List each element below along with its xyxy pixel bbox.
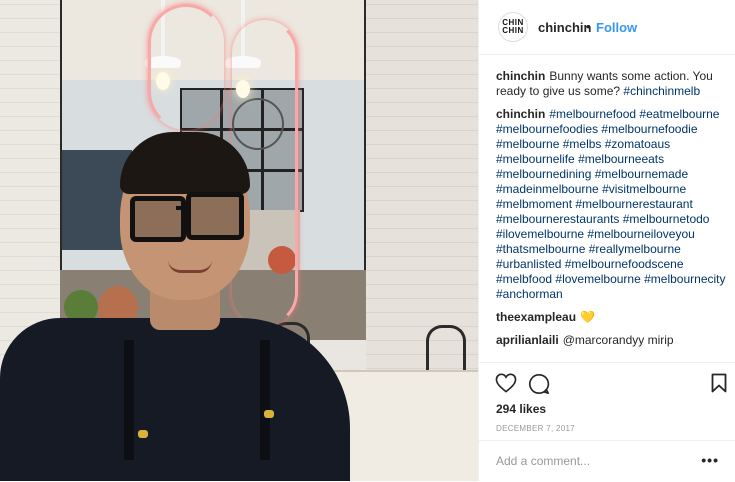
person-torso xyxy=(0,318,350,481)
hashtag-link[interactable]: #melbournecity xyxy=(644,272,725,286)
comment-text: 💛 xyxy=(580,310,595,324)
post-header: CHIN CHIN chinchin • Follow xyxy=(479,0,735,55)
apron-rivet xyxy=(264,410,274,418)
comment-icon[interactable] xyxy=(528,373,550,395)
hashtag-link[interactable]: #visitmelbourne xyxy=(602,182,686,196)
hashtag-link[interactable]: #eatmelbourne xyxy=(639,107,719,121)
hashtag-link[interactable]: #melbournefoodies xyxy=(496,122,598,136)
logo-text: CHIN xyxy=(502,26,524,35)
comment-username[interactable]: theexampleau xyxy=(496,310,576,324)
hashtag-link[interactable]: #melbournerestaurant xyxy=(575,197,692,211)
hashtag-link[interactable]: #melbournerestaurants xyxy=(496,212,619,226)
bookmark-icon[interactable] xyxy=(711,373,727,393)
hashtag-link[interactable]: #melbournefood xyxy=(549,107,636,121)
hashtag-link[interactable]: #thatsmelbourne xyxy=(496,242,585,256)
author-avatar[interactable]: CHIN CHIN xyxy=(498,12,528,42)
hashtag-link[interactable]: #zomatoaus xyxy=(605,137,670,151)
hashtag-link[interactable]: #melbourneiloveyou xyxy=(587,227,694,241)
hashtag-link[interactable]: #melbournefoodscene xyxy=(565,257,684,271)
hashtag-link[interactable]: #melbournemade xyxy=(595,167,688,181)
hashtag-link[interactable]: #lovemelbourne xyxy=(555,272,640,286)
post-date: DECEMBER 7, 2017 xyxy=(496,424,576,433)
comment-list: chinchin Bunny wants some action. You rea… xyxy=(496,69,730,356)
hashtag-link[interactable]: #reallymelbourne xyxy=(589,242,681,256)
comment-item: theexampleau 💛 xyxy=(496,310,730,325)
add-comment-section: ••• xyxy=(479,440,735,482)
post-sidebar: CHIN CHIN chinchin • Follow chinchin Bunn… xyxy=(478,0,735,481)
comment-item: chinchin #melbournefood #eatmelbourne #me… xyxy=(496,107,730,302)
hashtag-link[interactable]: #anchorman xyxy=(496,287,563,301)
hashtag-link[interactable]: #madeinmelbourne xyxy=(496,182,599,196)
hashtag-link[interactable]: #melbmoment xyxy=(496,197,572,211)
comment-username[interactable]: aprilianlaili xyxy=(496,333,559,347)
likes-count[interactable]: 294 likes xyxy=(496,402,546,416)
separator-dot: • xyxy=(586,19,591,34)
comment-item: chinchin Bunny wants some action. You rea… xyxy=(496,69,730,99)
hashtag-link[interactable]: #melbs xyxy=(563,137,602,151)
add-comment-input[interactable] xyxy=(496,453,686,469)
action-bar xyxy=(479,362,735,403)
hashtag-link[interactable]: #melbournefoodie xyxy=(601,122,697,136)
comment-item: aprilianlaili @marcorandyy mirip xyxy=(496,333,730,348)
more-options-button[interactable]: ••• xyxy=(701,452,719,468)
apron-rivet xyxy=(138,430,148,438)
hashtag-link[interactable]: #chinchinmelb xyxy=(623,84,700,98)
hashtag-link[interactable]: #melbourne xyxy=(496,137,559,151)
post-photo[interactable] xyxy=(0,0,478,481)
neon-tube xyxy=(148,4,224,130)
comment-username[interactable]: chinchin xyxy=(496,107,545,121)
hashtag-link[interactable]: #ilovemelbourne xyxy=(496,227,584,241)
comment-text: @marcorandyy mirip xyxy=(562,333,674,347)
hashtag-link[interactable]: #urbanlisted xyxy=(496,257,561,271)
hashtag-link[interactable]: #melbournelife xyxy=(496,152,575,166)
hashtag-link[interactable]: #melbournedining xyxy=(496,167,591,181)
author-username[interactable]: chinchin xyxy=(538,20,591,35)
hashtag-link[interactable]: #melbournetodo xyxy=(623,212,710,226)
hashtag-link[interactable]: #melbourneeats xyxy=(578,152,664,166)
hashtag-link[interactable]: #melbfood xyxy=(496,272,552,286)
heart-icon[interactable] xyxy=(495,373,517,393)
comment-username[interactable]: chinchin xyxy=(496,69,545,83)
glasses xyxy=(130,196,186,242)
follow-button[interactable]: Follow xyxy=(596,20,637,35)
